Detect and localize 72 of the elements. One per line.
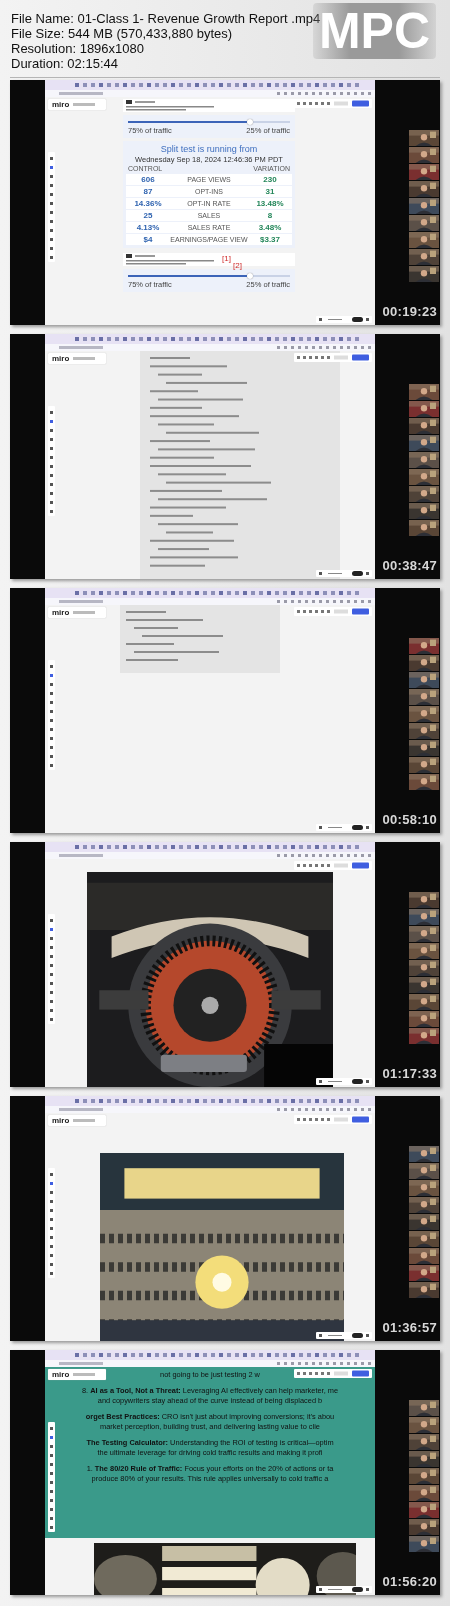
- toolbar-drawing[interactable]: [294, 1369, 372, 1378]
- board-title-panel[interactable]: miro: [48, 1115, 106, 1126]
- browser-tabs-drawing[interactable]: [45, 1350, 375, 1360]
- tool-palette-drawing[interactable]: [48, 1168, 55, 1278]
- file-info-text: File Name: 01-Class 1- Revenue Growth Report .mp4: [11, 11, 321, 26]
- board-title-panel[interactable]: miro: [48, 99, 106, 110]
- toolbar-drawing[interactable]: [294, 1115, 372, 1124]
- browser-tabs-drawing[interactable]: [45, 1096, 375, 1106]
- board-title-panel[interactable]: miro: [48, 353, 106, 364]
- zoom-control-drawing[interactable]: [316, 824, 372, 831]
- control-value: 606: [140, 175, 156, 184]
- app-logo: miro: [52, 354, 70, 363]
- toolbar-drawing[interactable]: [294, 353, 372, 362]
- app-logo: miro: [52, 1116, 70, 1125]
- address-bar-drawing[interactable]: [45, 344, 375, 351]
- app-logo: miro: [52, 100, 70, 109]
- zoom-control-drawing[interactable]: [316, 1078, 372, 1085]
- annotation-marker: [1]: [222, 254, 231, 263]
- address-bar-drawing[interactable]: [45, 852, 375, 859]
- annotation-marker: [2]: [233, 261, 242, 270]
- tool-palette-drawing[interactable]: [48, 406, 55, 516]
- browser-tabs-drawing[interactable]: [45, 80, 375, 90]
- variation-value: 230: [262, 175, 278, 184]
- board-name-drawing: [73, 103, 96, 106]
- control-value: 14.36%: [133, 199, 163, 208]
- app-logo: miro: [52, 1370, 70, 1379]
- zoom-control-drawing[interactable]: [316, 1332, 372, 1339]
- toolbar-drawing[interactable]: [294, 607, 372, 616]
- tool-palette-drawing[interactable]: [48, 152, 55, 262]
- board-name-drawing: [73, 357, 96, 360]
- app-logo: miro: [52, 608, 70, 617]
- address-bar-drawing[interactable]: [45, 598, 375, 605]
- browser-tabs-drawing[interactable]: [45, 334, 375, 344]
- tool-palette-drawing[interactable]: [48, 660, 55, 770]
- board-title-panel[interactable]: miro: [48, 1369, 106, 1380]
- zoom-control-drawing[interactable]: [316, 316, 372, 323]
- control-value: 4.13%: [135, 223, 161, 232]
- address-bar-drawing[interactable]: [45, 90, 375, 97]
- slider-thumb[interactable]: [246, 273, 253, 279]
- toolbar-drawing[interactable]: [294, 99, 372, 108]
- control-value: $4: [142, 235, 154, 244]
- file-info-text: Duration: 02:15:44: [11, 56, 118, 71]
- control-value: 87: [142, 187, 154, 196]
- board-name-drawing: [73, 1373, 96, 1376]
- board-name-drawing: [73, 611, 96, 614]
- zoom-control-drawing[interactable]: [316, 1586, 372, 1593]
- video-timestamp: 01:17:33: [382, 1066, 437, 1081]
- variation-value: 31: [264, 187, 276, 196]
- video-timestamp: 01:36:57: [382, 1320, 437, 1335]
- control-value: 25: [142, 211, 154, 220]
- tool-palette-drawing[interactable]: [48, 1422, 55, 1532]
- split-test-title: Split test is running from: [159, 144, 259, 154]
- browser-tabs-drawing[interactable]: [45, 842, 375, 852]
- address-bar-drawing[interactable]: [45, 1360, 375, 1367]
- board-title-panel[interactable]: miro: [48, 607, 106, 618]
- browser-tabs-drawing[interactable]: [45, 588, 375, 598]
- zoom-control-drawing[interactable]: [316, 570, 372, 577]
- video-timestamp: 01:56:20: [382, 1574, 437, 1589]
- toolbar-drawing[interactable]: [294, 861, 372, 870]
- board-name-drawing: [73, 1119, 96, 1122]
- file-info-text: Resolution: 1896x1080: [11, 41, 144, 56]
- tool-palette-drawing[interactable]: [48, 914, 55, 1024]
- address-bar-drawing[interactable]: [45, 1106, 375, 1113]
- video-timestamp: 00:58:10: [382, 812, 437, 827]
- video-timestamp: 00:19:23: [382, 304, 437, 319]
- variation-value: $3.37: [259, 235, 281, 244]
- video-timestamp: 00:38:47: [382, 558, 437, 573]
- file-info-text: File Size: 544 MB (570,433,880 bytes): [11, 26, 233, 41]
- variation-value: 8: [266, 211, 274, 220]
- slider-thumb[interactable]: [246, 119, 253, 125]
- variation-value: 13.48%: [255, 199, 285, 208]
- variation-value: 3.48%: [257, 223, 283, 232]
